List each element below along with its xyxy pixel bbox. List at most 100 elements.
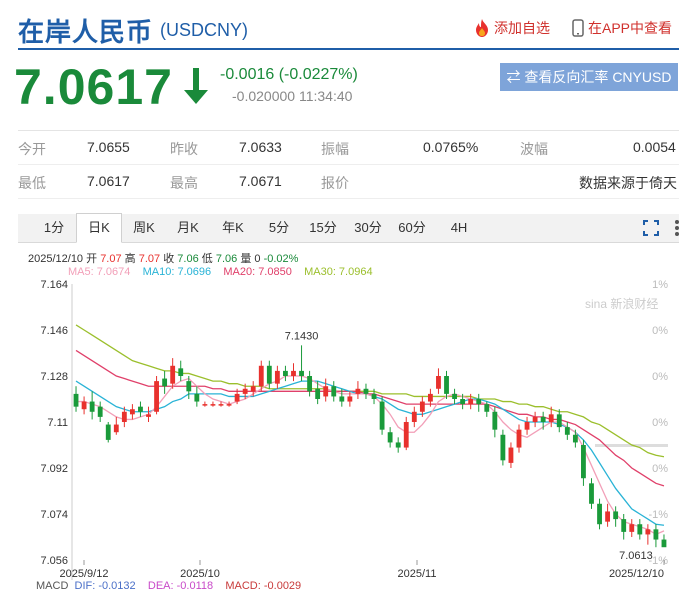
high-label: 高 — [124, 253, 136, 265]
candle-body — [427, 393, 433, 402]
x-tick-label: 2025/10 — [180, 568, 220, 580]
candle-body — [105, 424, 111, 440]
stat-value: 0.0054 — [633, 139, 676, 155]
tab-1min[interactable]: 1分 — [36, 214, 72, 242]
stats-row: 今开 7.0655 昨收 7.0633 振幅 0.0765% 波幅 0.0054 — [18, 131, 679, 165]
tab-30min[interactable]: 30分 — [350, 214, 386, 242]
tab-yearly[interactable]: 年K — [215, 214, 251, 242]
ma-legend: MA5: 7.0674 MA10: 7.0696 MA20: 7.0850 MA… — [68, 266, 373, 278]
candle-body — [484, 404, 490, 412]
candle-body — [581, 445, 586, 479]
pct-tick-label: 1% — [652, 279, 668, 291]
candle-body — [89, 401, 95, 412]
candle-body — [250, 386, 256, 392]
candle-body — [589, 483, 594, 504]
candle-body — [138, 406, 143, 412]
stat-label: 最低 — [18, 175, 46, 191]
candle-body — [532, 416, 538, 422]
ma10-legend: MA10: 7.0696 — [142, 266, 212, 278]
data-source: 数据来源于倚天 — [579, 175, 677, 191]
candle-body — [621, 519, 627, 532]
candle-body — [202, 404, 208, 406]
candle-body — [347, 396, 353, 402]
candle-body — [436, 376, 441, 389]
page-title: 在岸人民币 — [18, 17, 154, 47]
y-tick-label: 7.128 — [40, 371, 68, 383]
tab-weekly[interactable]: 周K — [126, 214, 162, 242]
close-value: 7.06 — [177, 253, 199, 265]
add-favorite-label: 添加自选 — [494, 20, 550, 36]
current-price: 7.0617 — [14, 59, 173, 115]
candle-body — [516, 429, 522, 448]
open-value: 7.07 — [100, 253, 122, 265]
candle-body — [129, 409, 135, 415]
min-price-label: 7.0613 — [619, 550, 653, 562]
candle-body — [113, 424, 119, 433]
y-tick-label: 7.056 — [40, 555, 68, 567]
x-tick-label: 2025/12/10 — [609, 568, 664, 580]
pct-tick-label: 0% — [652, 417, 668, 429]
tab-monthly[interactable]: 月K — [170, 214, 206, 242]
candle-body — [403, 422, 409, 448]
candle-body — [419, 401, 425, 412]
phone-icon — [572, 19, 584, 37]
candle-body — [331, 386, 337, 397]
stat-label: 最高 — [170, 175, 198, 191]
candle-body — [572, 434, 578, 443]
symbol-code: (USDCNY) — [160, 20, 248, 40]
candle-body — [387, 432, 393, 443]
open-in-app-label: 在APP中查看 — [588, 20, 673, 36]
candlestick-chart[interactable]: 7.164 1% 7.146 0% 7.128 0% 7.11 0% 7.092 0% 7.074 -… — [0, 278, 691, 580]
stats-row: 最低 7.0617 最高 7.0671 报价 数据来源于倚天 — [18, 165, 679, 199]
candle-body — [653, 529, 659, 540]
y-tick-label: 7.11 — [47, 417, 68, 429]
candle-body — [186, 381, 192, 392]
tab-4h[interactable]: 4H — [441, 214, 477, 242]
candle-date: 2025/12/10 — [28, 253, 84, 265]
ma30-legend: MA30: 7.0964 — [304, 266, 373, 278]
ma5-legend: MA5: 7.0674 — [68, 266, 131, 278]
candle-body — [218, 404, 224, 406]
candle-body — [540, 416, 546, 422]
pct-tick-label: 0% — [652, 371, 668, 383]
stat-label: 昨收 — [170, 141, 198, 157]
x-tick-label: 2025/9/12 — [60, 568, 109, 580]
more-options-icon[interactable] — [674, 219, 680, 237]
candle-body — [371, 393, 377, 399]
candle-body — [556, 414, 562, 428]
down-arrow-icon — [184, 68, 208, 104]
period-tabs: 1分 日K 周K 月K 年K 5分 15分 30分 60分 4H — [18, 213, 680, 243]
fullscreen-icon[interactable] — [643, 220, 659, 236]
candle-body — [444, 376, 449, 394]
candle-body — [146, 414, 151, 417]
percent-change: -0.02% — [263, 253, 299, 265]
candle-body — [162, 378, 168, 387]
candle-body — [170, 365, 176, 384]
price-change-time: -0.020000 11:34:40 — [232, 88, 353, 104]
price-change: -0.0016 (-0.0227%) — [220, 66, 358, 83]
quote-stats-table: 今开 7.0655 昨收 7.0633 振幅 0.0765% 波幅 0.0054… — [18, 130, 679, 199]
tab-daily[interactable]: 日K — [76, 213, 122, 243]
y-tick-label: 7.164 — [40, 279, 68, 291]
add-favorite-button[interactable]: 添加自选 — [474, 18, 550, 38]
tab-5min[interactable]: 5分 — [262, 214, 296, 242]
candle-body — [363, 388, 369, 394]
candle-body — [645, 529, 651, 535]
ma5-line — [76, 375, 665, 536]
candle-body — [355, 388, 361, 394]
y-tick-label: 7.146 — [40, 325, 68, 337]
macd-value: MACD: -0.0029 — [225, 580, 302, 592]
tab-15min[interactable]: 15分 — [305, 214, 341, 242]
header-divider — [18, 48, 679, 50]
candle-body — [291, 370, 296, 376]
macd-legend: MACD DIF: -0.0132 DEA: -0.0118 MACD: -0.… — [36, 580, 301, 592]
candle-body — [299, 370, 304, 376]
candle-body — [379, 401, 385, 430]
ma10-line — [75, 380, 665, 526]
candle-body — [476, 399, 482, 405]
open-in-app-button[interactable]: 在APP中查看 — [572, 18, 672, 38]
reverse-rate-button[interactable]: ⇄ 查看反向汇率 CNYUSD — [500, 63, 678, 91]
candle-body — [637, 524, 643, 535]
tab-60min[interactable]: 60分 — [394, 214, 430, 242]
candle-body — [154, 381, 159, 412]
